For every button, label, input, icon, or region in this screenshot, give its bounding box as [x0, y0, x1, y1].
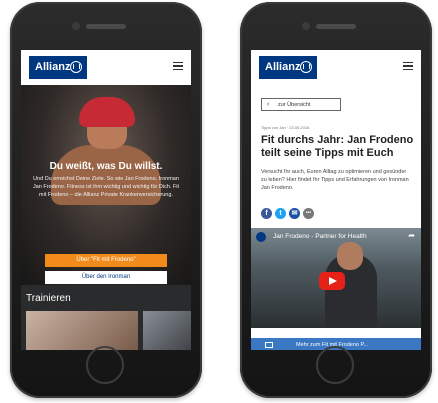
- front-camera: [302, 22, 310, 30]
- allianz-eagle-icon: [70, 61, 82, 73]
- chevron-left-icon: ‹: [267, 101, 270, 108]
- article-intro: Versucht Ihr auch, Euren Alltag zu optim…: [261, 169, 409, 191]
- phone-right: Allianz ‹ zur Übersicht Tipps von Jan · …: [240, 2, 432, 398]
- hamburger-icon[interactable]: [173, 62, 183, 70]
- phone-left: Allianz Du weißt, was Du willst. Und Du …: [10, 2, 202, 398]
- athlete-cap: [79, 97, 135, 127]
- logo-text: Allianz: [35, 61, 71, 73]
- phone-left-screen: Allianz Du weißt, was Du willst. Und Du …: [21, 50, 191, 350]
- hamburger-icon[interactable]: [403, 62, 413, 70]
- site-header: Allianz: [251, 50, 421, 85]
- more-icon[interactable]: •••: [303, 208, 314, 219]
- training-thumbnail[interactable]: [26, 311, 138, 350]
- back-to-overview-button[interactable]: ‹ zur Übersicht: [261, 98, 341, 111]
- hero-text: Und Du erreichst Deine Ziele. So wie Jan…: [32, 176, 180, 198]
- speaker-grille: [316, 24, 356, 29]
- site-header: Allianz: [21, 50, 191, 85]
- play-icon[interactable]: [319, 272, 345, 290]
- logo-text: Allianz: [265, 61, 301, 73]
- ironman-button[interactable]: Über den Ironman: [45, 271, 167, 284]
- front-camera: [72, 22, 80, 30]
- hero-title: Du weißt, was Du willst.: [49, 161, 163, 172]
- training-section: Trainieren: [21, 285, 191, 350]
- back-label: zur Übersicht: [278, 102, 311, 108]
- share-icon[interactable]: ➦: [408, 231, 415, 240]
- speaker-grille: [86, 24, 126, 29]
- cta-icon: [265, 342, 273, 348]
- home-button[interactable]: [86, 346, 124, 384]
- fit-mit-frodeno-button[interactable]: Über "Fit mit Frodeno": [45, 254, 167, 267]
- allianz-eagle-icon: [300, 61, 312, 73]
- home-button[interactable]: [316, 346, 354, 384]
- training-thumbnail[interactable]: [143, 311, 191, 350]
- video-person-face: [337, 242, 363, 270]
- video-player[interactable]: Jan Frodeno - Partner for Health ➦: [251, 228, 421, 328]
- article-title: Fit durchs Jahr: Jan Frodeno teilt seine…: [261, 134, 414, 159]
- twitter-icon[interactable]: t: [275, 208, 286, 219]
- video-title: Jan Frodeno - Partner for Health: [273, 233, 367, 240]
- allianz-logo[interactable]: Allianz: [259, 56, 317, 79]
- article-meta: Tipps von Jan · 23.05.2018: [261, 125, 310, 130]
- phone-right-screen: Allianz ‹ zur Übersicht Tipps von Jan · …: [251, 50, 421, 350]
- facebook-icon[interactable]: f: [261, 208, 272, 219]
- hero-banner: Du weißt, was Du willst. Und Du erreichs…: [21, 85, 191, 285]
- channel-avatar: [256, 232, 266, 242]
- allianz-logo[interactable]: Allianz: [29, 56, 87, 79]
- email-icon[interactable]: ✉: [289, 208, 300, 219]
- section-title: Trainieren: [26, 293, 71, 304]
